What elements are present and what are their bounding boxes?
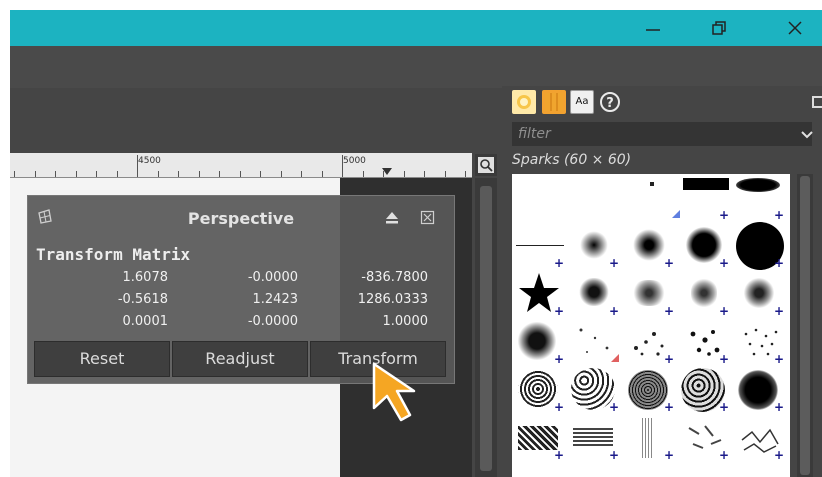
matrix-cell: -0.0000 — [247, 270, 298, 285]
brush-item[interactable] — [567, 318, 622, 366]
patterns-tab-icon — [545, 93, 563, 111]
matrix-cell: 1.0000 — [382, 314, 429, 329]
brush-item[interactable] — [622, 174, 680, 222]
patterns-tab[interactable] — [542, 90, 566, 114]
ruler-tick — [465, 171, 466, 177]
brushes-dock: Aa ? filter Sparks (60 × 60) + + + + + +… — [502, 86, 822, 477]
transform-matrix-heading: Transform Matrix — [36, 245, 191, 264]
help-tab-icon: ? — [600, 92, 620, 112]
brush-item[interactable]: + — [512, 414, 567, 462]
brushes-tab[interactable] — [512, 90, 536, 114]
brush-item[interactable]: + — [677, 414, 732, 462]
brush-item[interactable]: + — [567, 270, 622, 318]
brush-item[interactable]: + — [622, 222, 677, 270]
scrollbar-thumb[interactable] — [480, 186, 492, 471]
ruler-tick — [445, 171, 446, 177]
matrix-cell: -0.5618 — [117, 292, 168, 307]
brush-filter-input[interactable]: filter — [512, 122, 812, 146]
brush-item[interactable]: + — [677, 222, 732, 270]
zoom-icon — [478, 157, 494, 173]
ruler-tick — [219, 171, 220, 177]
ruler-tick — [35, 171, 36, 177]
restore-button[interactable] — [696, 10, 742, 46]
matrix-cell: -0.0000 — [247, 314, 298, 329]
title-bar — [10, 10, 822, 46]
matrix-cell: 0.0001 — [122, 314, 169, 329]
eject-icon[interactable] — [384, 210, 400, 226]
brush-item[interactable]: + — [677, 318, 732, 366]
brush-item[interactable]: + — [732, 318, 787, 366]
ruler-tick — [240, 171, 241, 177]
brush-item[interactable]: + — [732, 414, 787, 462]
brush-item[interactable]: + — [512, 366, 567, 414]
fonts-tab-icon: Aa — [575, 96, 589, 107]
close-icon — [788, 21, 802, 35]
brush-item[interactable]: + — [567, 414, 622, 462]
minimize-icon — [646, 29, 660, 31]
brush-item[interactable]: + — [622, 366, 677, 414]
ruler-tick — [322, 171, 323, 177]
reset-button[interactable]: Reset — [34, 341, 170, 377]
ruler-tick — [117, 171, 118, 177]
brush-item[interactable]: + — [732, 222, 787, 270]
ruler-tick — [96, 171, 97, 177]
ruler-tick — [301, 171, 302, 177]
minimize-button[interactable] — [630, 10, 676, 46]
brush-item[interactable]: + — [567, 222, 622, 270]
ruler-tick — [178, 171, 179, 177]
brushes-tab-icon — [517, 95, 531, 109]
fonts-tab[interactable]: Aa — [570, 90, 594, 114]
mouse-cursor-icon — [372, 362, 416, 422]
brush-name-label: Sparks (60 × 60) — [512, 152, 632, 168]
svg-text:?: ? — [606, 96, 614, 111]
brush-item[interactable]: + — [622, 414, 677, 462]
brush-item[interactable]: + — [512, 270, 567, 318]
ruler-tick — [260, 171, 261, 177]
close-dialog-icon[interactable] — [420, 210, 436, 226]
help-tab[interactable]: ? — [598, 90, 622, 114]
zoom-button[interactable] — [475, 154, 497, 176]
close-button[interactable] — [772, 10, 818, 46]
dock-menu-icon[interactable] — [812, 96, 822, 108]
matrix-cell: 1.2423 — [252, 292, 299, 307]
ruler-label: 4500 — [138, 156, 161, 166]
brush-item[interactable]: + — [622, 270, 677, 318]
ruler-tick — [342, 155, 343, 177]
brush-item[interactable]: + — [622, 318, 677, 366]
ruler-tick — [137, 155, 138, 177]
brush-item[interactable]: + — [732, 366, 787, 414]
ruler-tick — [404, 171, 405, 177]
ruler-tick — [199, 171, 200, 177]
restore-icon — [712, 21, 726, 35]
matrix-cell: 1286.0333 — [357, 292, 428, 307]
matrix-cell: 1.6078 — [122, 270, 169, 285]
ruler-tick — [14, 171, 15, 177]
perspective-dialog: Perspective Transform Matrix 1.6078 -0.0… — [27, 195, 455, 384]
ruler-tick — [76, 171, 77, 177]
brush-grid-scrollbar[interactable] — [797, 174, 813, 477]
ruler-tick — [281, 171, 282, 177]
canvas-vertical-scrollbar[interactable] — [475, 178, 497, 477]
chevron-down-icon[interactable] — [800, 130, 814, 140]
ruler-tick — [363, 171, 364, 177]
menu-bar — [10, 46, 822, 88]
brush-item[interactable]: + — [732, 270, 787, 318]
brush-item[interactable]: + — [567, 366, 622, 414]
brush-item[interactable]: + — [512, 318, 567, 366]
scrollbar-thumb[interactable] — [800, 176, 810, 475]
ruler-label: 5000 — [343, 156, 366, 166]
brush-item[interactable]: + — [677, 366, 732, 414]
brush-item[interactable]: + — [512, 222, 567, 270]
brush-item[interactable]: + — [732, 174, 787, 222]
ruler-tick — [424, 171, 425, 177]
ruler-tick — [55, 171, 56, 177]
brush-grid: + + + + + + + + + + + + + + + + + + + + … — [512, 174, 790, 477]
matrix-cell: -836.7800 — [361, 270, 428, 285]
ruler-tick — [158, 171, 159, 177]
brush-item[interactable]: + — [677, 270, 732, 318]
horizontal-ruler[interactable]: 4500 5000 — [10, 153, 472, 178]
ruler-tick — [383, 171, 384, 177]
readjust-button[interactable]: Readjust — [172, 341, 308, 377]
brush-item[interactable]: + — [677, 174, 732, 222]
